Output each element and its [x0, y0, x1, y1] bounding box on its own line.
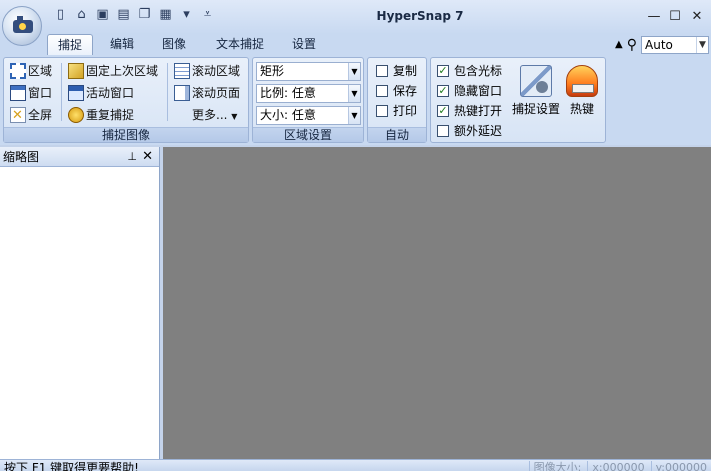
scroll-page-button[interactable]: 滚动页面	[174, 83, 240, 103]
hotkey-open-checkbox[interactable]: ✓ 热键打开	[437, 102, 502, 120]
scroll-page-icon	[174, 84, 190, 101]
capture-image-group: 区域 窗口 全屏 固定上次区域 活动窗口 重复捕捉 滚动区域 滚动页面 更多..…	[3, 57, 249, 143]
search-icon[interactable]: ⚲	[627, 37, 637, 53]
group-label: 自动	[368, 127, 426, 142]
hotkeys-button[interactable]: 热键	[563, 65, 601, 117]
group-label: 区域设置	[253, 127, 363, 142]
capture-settings-icon	[520, 65, 552, 97]
extra-delay-checkbox[interactable]: 额外延迟	[437, 122, 502, 140]
auto-copy-checkbox[interactable]: 复制	[376, 62, 417, 80]
image-workspace[interactable]	[163, 147, 711, 459]
new-icon[interactable]: ▯	[52, 7, 69, 23]
fixed-region-icon	[68, 62, 84, 79]
close-icon[interactable]: ✕	[142, 147, 153, 167]
more-button[interactable]: 更多... ▼	[192, 105, 237, 125]
pin-icon[interactable]: ⊥	[127, 147, 137, 167]
zoom-select[interactable]: Auto ▼	[641, 35, 709, 54]
auto-group: 复制 保存 打印 自动	[367, 57, 427, 143]
repeat-capture-button[interactable]: 重复捕捉	[68, 105, 134, 125]
thumbnail-panel: 缩略图 ⊥ ✕	[0, 147, 160, 459]
minimize-button[interactable]: —	[643, 8, 665, 26]
scroll-region-button[interactable]: 滚动区域	[174, 61, 240, 81]
fullscreen-icon	[10, 106, 26, 126]
ribbon-tabs: 捕捉 编辑 图像 文本捕捉 设置 ▲ ⚲ Auto ▼	[0, 34, 711, 55]
size-select[interactable]: 大小: 任意 ▼	[256, 106, 361, 125]
window-title: HyperSnap 7	[376, 9, 464, 23]
quick-access-toolbar: ▯ ⌂ ▣ ▤ ❐ ▦ ▾ ⩡	[52, 7, 216, 23]
tab-image[interactable]: 图像	[153, 34, 195, 55]
collapse-ribbon-icon[interactable]: ▲	[615, 39, 623, 50]
app-menu-button[interactable]	[2, 6, 42, 46]
divider	[167, 63, 168, 121]
copy-icon[interactable]: ❐	[136, 7, 153, 23]
camera-icon	[13, 16, 33, 33]
capture-settings-button[interactable]: 捕捉设置	[508, 65, 564, 117]
tab-capture[interactable]: 捕捉	[47, 34, 93, 55]
active-window-icon	[68, 84, 84, 101]
ribbon: 区域 窗口 全屏 固定上次区域 活动窗口 重复捕捉 滚动区域 滚动页面 更多..…	[0, 55, 711, 145]
print-icon[interactable]: ▤	[115, 7, 132, 23]
tab-settings[interactable]: 设置	[283, 34, 325, 55]
status-x-coordinate: x:000000	[587, 461, 645, 471]
fixed-region-button[interactable]: 固定上次区域	[68, 61, 158, 81]
auto-print-checkbox[interactable]: 打印	[376, 102, 417, 120]
tab-edit[interactable]: 编辑	[101, 34, 143, 55]
chevron-down-icon: ▼	[348, 85, 360, 102]
region-icon	[10, 62, 26, 79]
region-settings-group: 矩形 ▼ 比例: 任意 ▼ 大小: 任意 ▼ 区域设置	[252, 57, 364, 143]
auto-save-checkbox[interactable]: 保存	[376, 82, 417, 100]
panel-title: 缩略图	[3, 150, 40, 164]
divider	[61, 63, 62, 121]
region-button[interactable]: 区域	[10, 61, 52, 81]
window-icon	[10, 84, 26, 101]
save-icon[interactable]: ▣	[94, 7, 111, 23]
repeat-icon	[68, 106, 84, 123]
group-label: 捕捉图像	[4, 127, 248, 142]
ratio-select[interactable]: 比例: 任意 ▼	[256, 84, 361, 103]
chevron-down-icon: ▼	[231, 112, 238, 121]
fullscreen-button[interactable]: 全屏	[10, 105, 52, 126]
window-button[interactable]: 窗口	[10, 83, 52, 103]
status-y-coordinate: y:000000	[650, 461, 707, 471]
maximize-button[interactable]: ☐	[664, 8, 686, 26]
customize-icon[interactable]: ⩡	[199, 7, 216, 23]
panel-header: 缩略图 ⊥ ✕	[0, 147, 159, 167]
status-help-text: 按下 F1 键取得更要帮助!	[4, 461, 139, 471]
shape-select[interactable]: 矩形 ▼	[256, 62, 361, 81]
include-cursor-checkbox[interactable]: ✓ 包含光标	[437, 62, 502, 80]
status-bar: 按下 F1 键取得更要帮助! 图像大小: x:000000 y:000000	[0, 459, 711, 471]
capture-options-group: ✓ 包含光标 ✓ 隐藏窗口 ✓ 热键打开 额外延迟 捕捉设置 热键	[430, 57, 606, 143]
chevron-down-icon: ▼	[348, 63, 360, 80]
hotkey-fire-icon	[566, 65, 598, 97]
tab-text-capture[interactable]: 文本捕捉	[207, 34, 273, 55]
chevron-down-icon: ▼	[696, 36, 708, 53]
dropdown-icon[interactable]: ▾	[178, 7, 195, 23]
open-icon[interactable]: ⌂	[73, 7, 90, 23]
status-fields: 图像大小: x:000000 y:000000	[528, 461, 707, 471]
close-button[interactable]: ✕	[686, 8, 708, 26]
zoom-value: Auto	[645, 37, 673, 52]
title-bar: ▯ ⌂ ▣ ▤ ❐ ▦ ▾ ⩡ HyperSnap 7 — ☐ ✕	[0, 0, 711, 46]
status-image-size: 图像大小:	[528, 461, 581, 471]
ribbon-right-controls: ▲ ⚲ Auto ▼	[615, 34, 709, 55]
paste-icon[interactable]: ▦	[157, 7, 174, 23]
hide-window-checkbox[interactable]: ✓ 隐藏窗口	[437, 82, 502, 100]
chevron-down-icon: ▼	[348, 107, 360, 124]
scroll-region-icon	[174, 62, 190, 79]
active-window-button[interactable]: 活动窗口	[68, 83, 134, 103]
